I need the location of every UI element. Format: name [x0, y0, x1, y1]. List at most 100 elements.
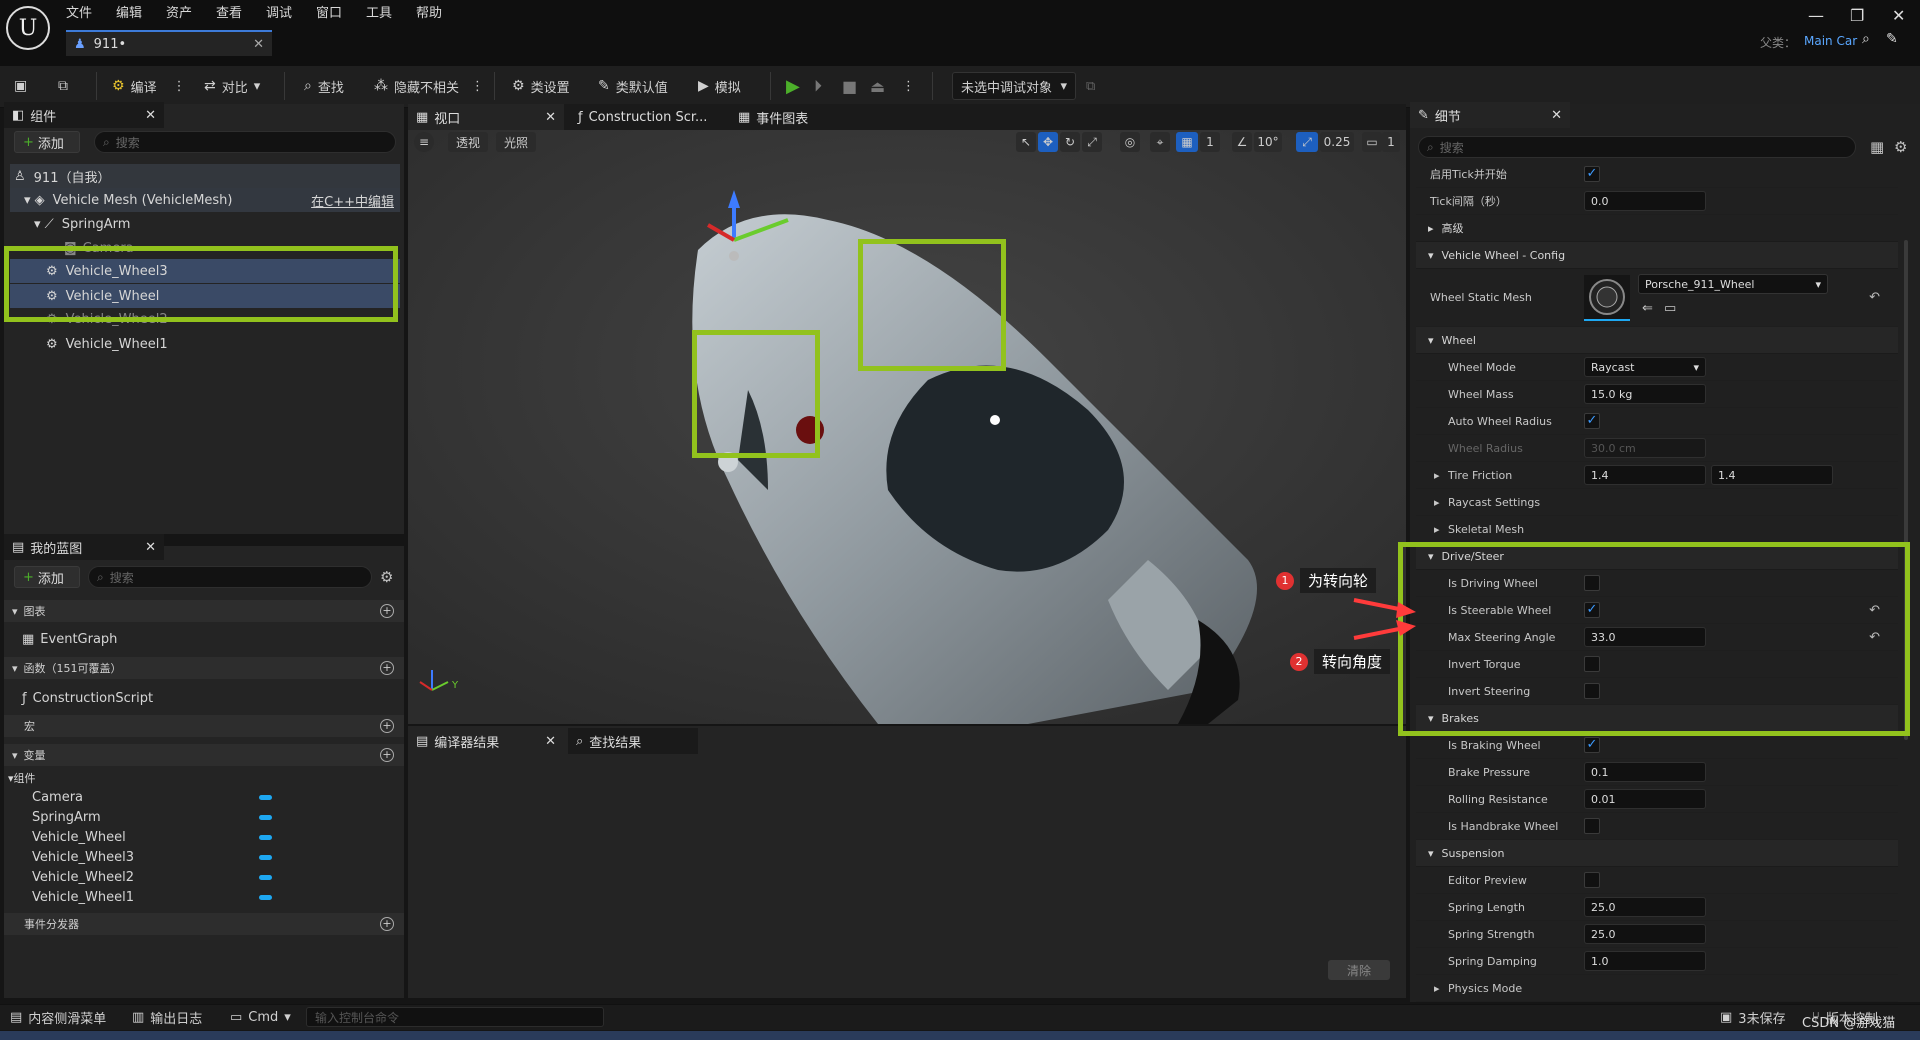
add-macro-icon[interactable]: +: [380, 719, 394, 733]
menu-view[interactable]: 查看: [216, 2, 242, 21]
clear-button[interactable]: 清除: [1328, 960, 1390, 980]
handbrake-checkbox[interactable]: [1584, 818, 1600, 834]
variable-item[interactable]: Vehicle_Wheel1: [32, 887, 272, 907]
class-settings-button[interactable]: ⚙ 类设置: [512, 72, 570, 100]
tab-event-graph[interactable]: ▦ 事件图表: [730, 104, 850, 130]
restore-icon[interactable]: ❐: [1850, 6, 1864, 25]
close-icon[interactable]: ✕: [253, 37, 264, 52]
scale-tool-icon[interactable]: ⤢: [1082, 132, 1102, 152]
browse-icon[interactable]: ⧉: [58, 72, 68, 100]
menu-asset[interactable]: 资产: [166, 2, 192, 21]
raycast-settings-row[interactable]: ▸ Raycast Settings: [1416, 489, 1898, 516]
spring-length-field[interactable]: 25.0: [1584, 897, 1706, 917]
grid-snap-value[interactable]: 1: [1200, 132, 1220, 152]
minimize-icon[interactable]: —: [1808, 6, 1824, 25]
construction-script-item[interactable]: ƒ ConstructionScript: [22, 686, 392, 710]
rolling-resistance-field[interactable]: 0.01: [1584, 789, 1706, 809]
braking-wheel-checkbox[interactable]: ✓: [1584, 737, 1600, 753]
output-log-button[interactable]: ▥ 输出日志: [132, 1006, 202, 1028]
tab-construction-script[interactable]: ƒ Construction Scr...: [570, 104, 720, 130]
diff-button[interactable]: ⇄ 对比 ▾: [204, 72, 260, 100]
tab-find-results[interactable]: ⌕ 查找结果: [568, 728, 698, 754]
spring-damping-field[interactable]: 1.0: [1584, 951, 1706, 971]
move-tool-icon[interactable]: ✥: [1038, 132, 1058, 152]
camera-speed-value[interactable]: 1: [1382, 132, 1400, 152]
close-icon[interactable]: ✕: [145, 108, 156, 123]
variable-item[interactable]: Vehicle_Wheel2: [32, 867, 272, 887]
tab-viewport[interactable]: ▦ 视口 ✕: [408, 104, 564, 130]
wheel-config-category[interactable]: ▾ Vehicle Wheel - Config: [1416, 242, 1898, 269]
wheel-mass-field[interactable]: 15.0 kg: [1584, 384, 1706, 404]
advanced-category[interactable]: ▸ 高级: [1416, 215, 1898, 242]
mesh-asset-dropdown[interactable]: Porsche_911_Wheel ▾: [1638, 274, 1828, 294]
surface-snap-icon[interactable]: ⌖: [1150, 132, 1170, 152]
tick-start-checkbox[interactable]: ✓: [1584, 166, 1600, 182]
category-dispatchers[interactable]: 事件分发器 +: [4, 913, 404, 935]
add-variable-icon[interactable]: +: [380, 748, 394, 762]
play-icon[interactable]: ▶: [786, 72, 800, 100]
close-icon[interactable]: ✕: [145, 540, 156, 555]
settings-gear-icon[interactable]: ⚙: [380, 568, 393, 586]
tab-my-blueprint[interactable]: ▤ 我的蓝图 ✕: [4, 534, 164, 560]
lit-button[interactable]: 光照: [496, 132, 536, 152]
tab-compiler-results[interactable]: ▤ 编译器结果 ✕: [408, 728, 564, 754]
cmd-dropdown[interactable]: ▭ Cmd ▾: [230, 1006, 291, 1028]
add-graph-icon[interactable]: +: [380, 604, 394, 618]
wheel-category[interactable]: ▾ Wheel: [1416, 327, 1898, 354]
tire-friction-field-1[interactable]: 1.4: [1584, 465, 1706, 485]
spring-strength-field[interactable]: 25.0: [1584, 924, 1706, 944]
select-tool-icon[interactable]: ↖: [1016, 132, 1036, 152]
class-defaults-button[interactable]: ✎ 类默认值: [598, 72, 668, 100]
rotate-tool-icon[interactable]: ↻: [1060, 132, 1080, 152]
variable-item[interactable]: Vehicle_Wheel3: [32, 847, 272, 867]
stop-icon[interactable]: ■: [842, 72, 857, 100]
menu-window[interactable]: 窗口: [316, 2, 342, 21]
world-local-icon[interactable]: ◎: [1120, 132, 1140, 152]
add-dispatcher-icon[interactable]: +: [380, 917, 394, 931]
use-selected-icon[interactable]: ⇐: [1642, 301, 1653, 316]
variable-group-components[interactable]: ▾ 组件: [8, 768, 36, 788]
unreal-logo[interactable]: U: [6, 6, 50, 50]
scale-snap-value[interactable]: 0.25: [1320, 132, 1354, 152]
menu-help[interactable]: 帮助: [416, 2, 442, 21]
compile-button[interactable]: ⚙ 编译 ⋮: [112, 72, 186, 100]
viewport-3d[interactable]: Y: [408, 130, 1406, 724]
event-graph-item[interactable]: ▦ EventGraph: [22, 627, 392, 651]
angle-snap-value[interactable]: 10°: [1254, 132, 1282, 152]
step-icon[interactable]: ⏵: [814, 72, 822, 100]
close-icon[interactable]: ✕: [545, 734, 556, 749]
variable-item[interactable]: Vehicle_Wheel: [32, 827, 272, 847]
add-component-button[interactable]: + 添加: [14, 131, 80, 153]
skeletal-mesh-row[interactable]: ▸ Skeletal Mesh: [1416, 516, 1898, 543]
category-graphs[interactable]: ▾ 图表 +: [4, 600, 404, 622]
physics-mode-row[interactable]: ▸ Physics Mode: [1416, 975, 1898, 1002]
eject-icon[interactable]: ⏏: [870, 72, 885, 100]
hamburger-icon[interactable]: ≡: [414, 132, 434, 152]
close-icon[interactable]: ✕: [1551, 108, 1562, 123]
menu-file[interactable]: 文件: [66, 2, 92, 21]
variable-item[interactable]: SpringArm: [32, 807, 272, 827]
menu-debug[interactable]: 调试: [266, 2, 292, 21]
angle-snap-icon[interactable]: ∠: [1232, 132, 1252, 152]
edit-icon[interactable]: ✎: [1886, 31, 1898, 47]
perspective-button[interactable]: 透视: [448, 132, 488, 152]
search-icon[interactable]: ⌕: [1862, 31, 1870, 47]
reset-arrow-icon[interactable]: ↶: [1869, 290, 1880, 305]
component-vehicle-mesh[interactable]: ▾ ◈ Vehicle Mesh (VehicleMesh) 在C++中编辑: [10, 188, 400, 212]
tab-details[interactable]: ✎ 细节 ✕: [1410, 102, 1570, 128]
parent-class-link[interactable]: Main Car: [1804, 34, 1857, 48]
settings-gear-icon[interactable]: ⚙: [1894, 138, 1907, 156]
components-search-input[interactable]: ⌕ 搜索: [94, 131, 396, 153]
tab-components[interactable]: ◧ 组件 ✕: [4, 102, 164, 128]
tick-interval-field[interactable]: 0.0: [1584, 191, 1706, 211]
component-springarm[interactable]: ▾ ⟋ SpringArm: [10, 212, 400, 236]
edit-in-cpp-link[interactable]: 在C++中编辑: [311, 191, 394, 210]
more-options-icon[interactable]: ⋮: [902, 72, 915, 100]
blueprint-search-input[interactable]: ⌕ 搜索: [88, 566, 372, 588]
scale-snap-icon[interactable]: ⤢: [1296, 132, 1318, 152]
simulate-button[interactable]: ▶ 模拟: [698, 72, 741, 100]
wheel-mode-dropdown[interactable]: Raycast ▾: [1584, 357, 1706, 377]
menu-edit[interactable]: 编辑: [116, 2, 142, 21]
grid-snap-icon[interactable]: ▦: [1176, 132, 1198, 152]
debug-filter-icon[interactable]: ⧉: [1086, 72, 1095, 100]
